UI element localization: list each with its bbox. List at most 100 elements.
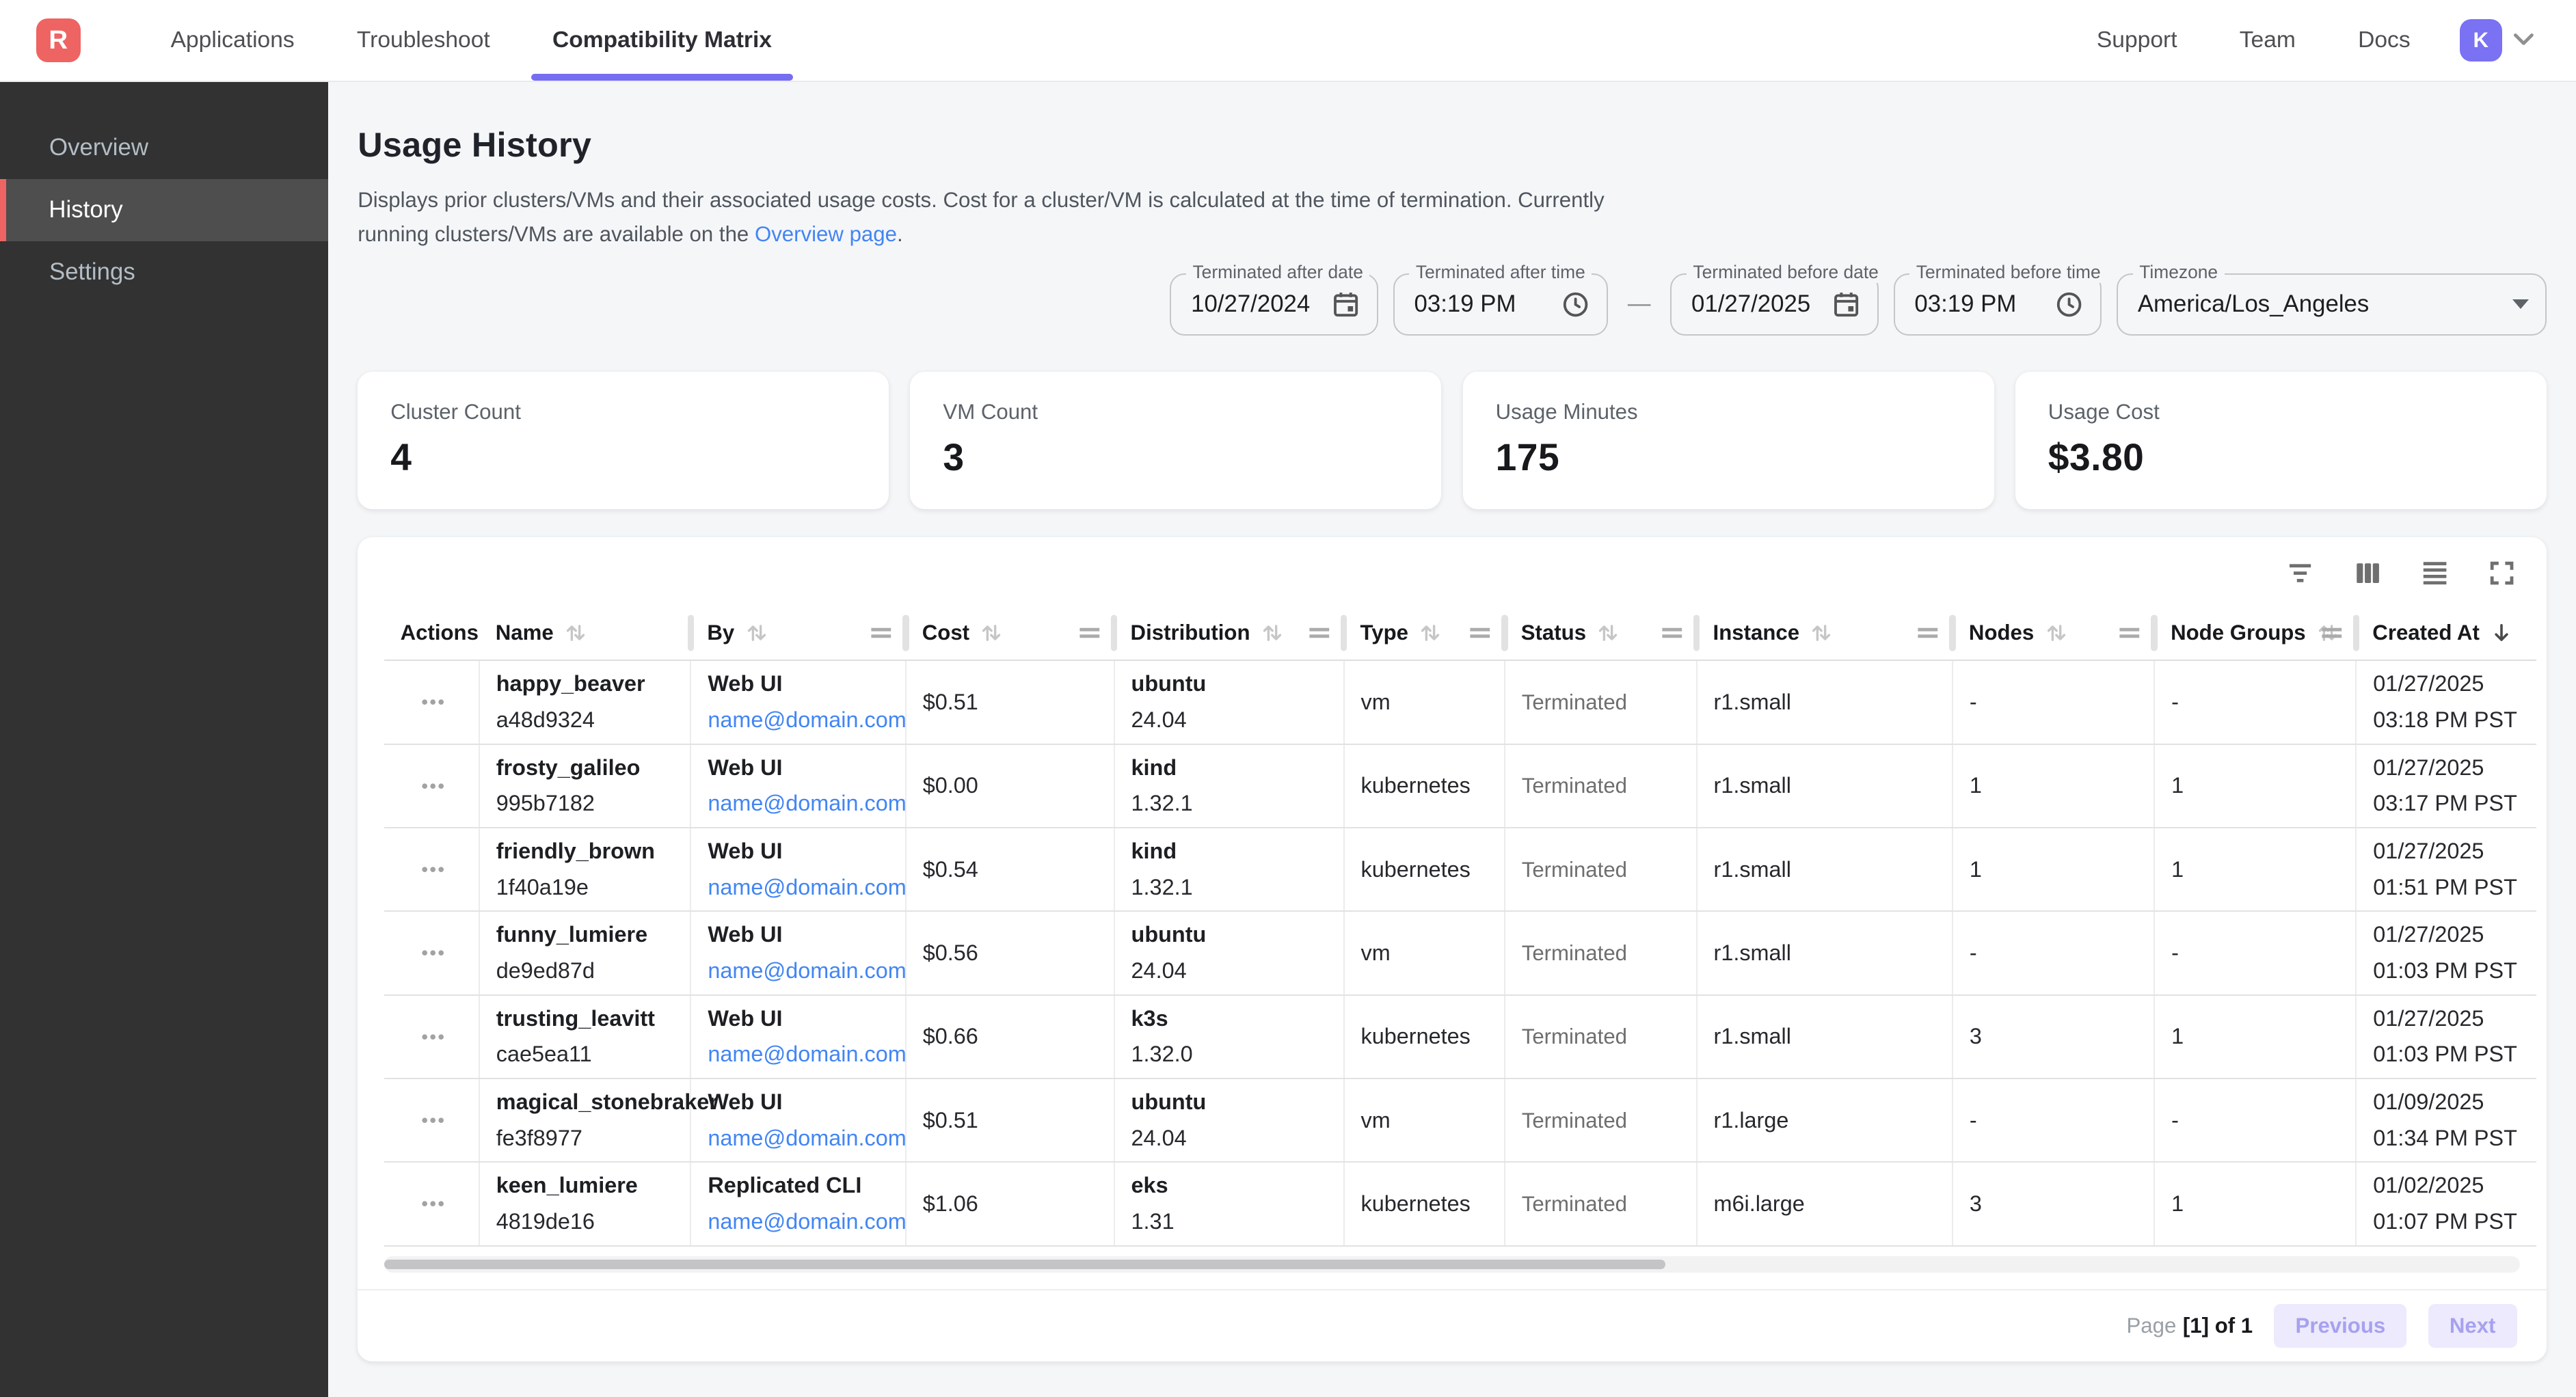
- distribution-name: eks: [1131, 1170, 1330, 1202]
- overview-page-link[interactable]: Overview page: [755, 222, 897, 246]
- column-drag-handle-icon[interactable]: [1916, 625, 1940, 641]
- row-actions-button[interactable]: [410, 1017, 455, 1057]
- email-link[interactable]: name@domain.com: [708, 1206, 906, 1238]
- type-cell: kubernetes: [1344, 828, 1505, 911]
- terminated-before-time-field[interactable]: Terminated before time 03:19 PM: [1894, 273, 2102, 336]
- email-link[interactable]: name@domain.com: [708, 955, 906, 987]
- email-link[interactable]: name@domain.com: [708, 872, 906, 904]
- nodes-cell: 1: [1953, 744, 2154, 828]
- column-header-distribution[interactable]: Distribution: [1114, 606, 1344, 660]
- table-pagination: Page[1] of 1 Previous Next: [358, 1289, 2547, 1361]
- support-link[interactable]: Support: [2097, 27, 2177, 53]
- column-header-node-groups[interactable]: Node Groups: [2154, 606, 2356, 660]
- column-drag-handle-icon[interactable]: [1078, 625, 1101, 641]
- table-row: happy_beavera48d9324 Web UIname@domain.c…: [384, 660, 2537, 744]
- sidebar-item-overview[interactable]: Overview: [0, 116, 328, 178]
- email-link[interactable]: name@domain.com: [708, 1039, 906, 1070]
- previous-page-button[interactable]: Previous: [2274, 1304, 2406, 1348]
- created-date: 01/27/2025: [2373, 1003, 2523, 1035]
- docs-link[interactable]: Docs: [2358, 27, 2411, 53]
- stat-label: Cluster Count: [390, 400, 856, 424]
- table-row: frosty_galileo995b7182 Web UIname@domain…: [384, 744, 2537, 828]
- cluster-name: funny_lumiere: [496, 919, 677, 951]
- node-groups-cell: -: [2154, 1079, 2356, 1162]
- field-value: 03:19 PM: [1414, 290, 1547, 318]
- column-drag-handle-icon[interactable]: [870, 625, 893, 641]
- next-page-button[interactable]: Next: [2428, 1304, 2517, 1348]
- cost-cell: $1.06: [906, 1162, 1114, 1245]
- terminated-before-date-field[interactable]: Terminated before date 01/27/2025: [1670, 273, 1879, 336]
- terminated-after-time-field[interactable]: Terminated after time 03:19 PM: [1393, 273, 1608, 336]
- column-header-type[interactable]: Type: [1344, 606, 1505, 660]
- nav-tab-applications[interactable]: Applications: [139, 0, 325, 81]
- nodes-cell: -: [1953, 1079, 2154, 1162]
- cluster-id: 1f40a19e: [496, 872, 677, 904]
- cluster-id: de9ed87d: [496, 955, 677, 987]
- row-actions-button[interactable]: [410, 683, 455, 722]
- terminated-after-date-field[interactable]: Terminated after date 10/27/2024: [1170, 273, 1378, 336]
- column-header-by[interactable]: By: [690, 606, 905, 660]
- column-drag-handle-icon[interactable]: [1661, 625, 1684, 641]
- created-by: Web UI: [708, 919, 891, 951]
- created-by: Web UI: [708, 1003, 891, 1035]
- email-link[interactable]: name@domain.com: [708, 1123, 906, 1154]
- row-actions-button[interactable]: [410, 1184, 455, 1224]
- field-value: 03:19 PM: [1914, 290, 2041, 318]
- created-date: 01/02/2025: [2373, 1170, 2523, 1202]
- node-groups-cell: 1: [2154, 744, 2356, 828]
- filter-bar: Terminated after date 10/27/2024 Termina…: [358, 273, 2547, 336]
- sort-icon: [979, 621, 1004, 645]
- email-link[interactable]: name@domain.com: [708, 705, 906, 736]
- nodes-cell: 3: [1953, 1162, 2154, 1245]
- created-time: 01:34 PM PST: [2373, 1123, 2523, 1154]
- clock-icon[interactable]: [1561, 290, 1590, 319]
- sidebar-item-history[interactable]: History: [0, 179, 328, 241]
- table-row: funny_lumiere de9ed87d Web UI name@domain.…: [384, 911, 2537, 994]
- field-value: 10/27/2024: [1191, 290, 1318, 318]
- cost-cell: $0.51: [906, 1079, 1114, 1162]
- row-actions-button[interactable]: [410, 766, 455, 806]
- field-value: 01/27/2025: [1691, 290, 1819, 318]
- calendar-icon[interactable]: [1331, 290, 1360, 319]
- status-badge: Terminated: [1505, 911, 1697, 994]
- columns-icon[interactable]: [2353, 558, 2383, 588]
- cluster-id: fe3f8977: [496, 1123, 677, 1154]
- instance-cell: r1.small: [1697, 744, 1953, 828]
- clock-icon[interactable]: [2054, 290, 2084, 319]
- created-by: Web UI: [708, 752, 891, 784]
- filter-icon[interactable]: [2285, 558, 2315, 588]
- nav-tab-troubleshoot[interactable]: Troubleshoot: [325, 0, 521, 81]
- sidebar-item-settings[interactable]: Settings: [0, 241, 328, 303]
- stat-value: 4: [390, 435, 856, 479]
- column-header-cost[interactable]: Cost: [906, 606, 1114, 660]
- avatar[interactable]: K: [2460, 19, 2502, 62]
- sidebar: Overview History Settings: [0, 82, 328, 1397]
- column-header-status[interactable]: Status: [1505, 606, 1697, 660]
- column-drag-handle-icon[interactable]: [1468, 625, 1492, 641]
- column-header-name[interactable]: Name: [479, 606, 691, 660]
- timezone-select[interactable]: Timezone America/Los_Angeles: [2117, 273, 2547, 336]
- row-actions-button[interactable]: [410, 850, 455, 889]
- calendar-icon[interactable]: [1832, 290, 1861, 319]
- email-link[interactable]: name@domain.com: [708, 788, 906, 819]
- row-actions-button[interactable]: [410, 934, 455, 973]
- column-drag-handle-icon[interactable]: [2118, 625, 2141, 641]
- nav-tab-compatibility-matrix[interactable]: Compatibility Matrix: [521, 0, 803, 81]
- created-time: 01:03 PM PST: [2373, 955, 2523, 987]
- dropdown-caret-icon[interactable]: [2512, 299, 2529, 309]
- row-actions-button[interactable]: [410, 1100, 455, 1140]
- table-row: friendly_brown1f40a19e Web UIname@domain…: [384, 828, 2537, 911]
- column-header-instance[interactable]: Instance: [1697, 606, 1953, 660]
- team-link[interactable]: Team: [2240, 27, 2296, 53]
- cost-cell: $0.66: [906, 995, 1114, 1079]
- column-header-created-at[interactable]: Created At: [2356, 606, 2536, 660]
- column-header-nodes[interactable]: Nodes: [1953, 606, 2154, 660]
- fullscreen-icon[interactable]: [2487, 558, 2517, 588]
- chevron-down-icon[interactable]: [2514, 33, 2534, 46]
- density-icon[interactable]: [2420, 558, 2450, 588]
- scrollbar-thumb[interactable]: [384, 1260, 1666, 1269]
- column-drag-handle-icon[interactable]: [1308, 625, 1331, 641]
- cluster-name: frosty_galileo: [496, 752, 677, 784]
- replicated-logo[interactable]: R: [36, 18, 81, 63]
- column-drag-handle-icon[interactable]: [2320, 625, 2344, 641]
